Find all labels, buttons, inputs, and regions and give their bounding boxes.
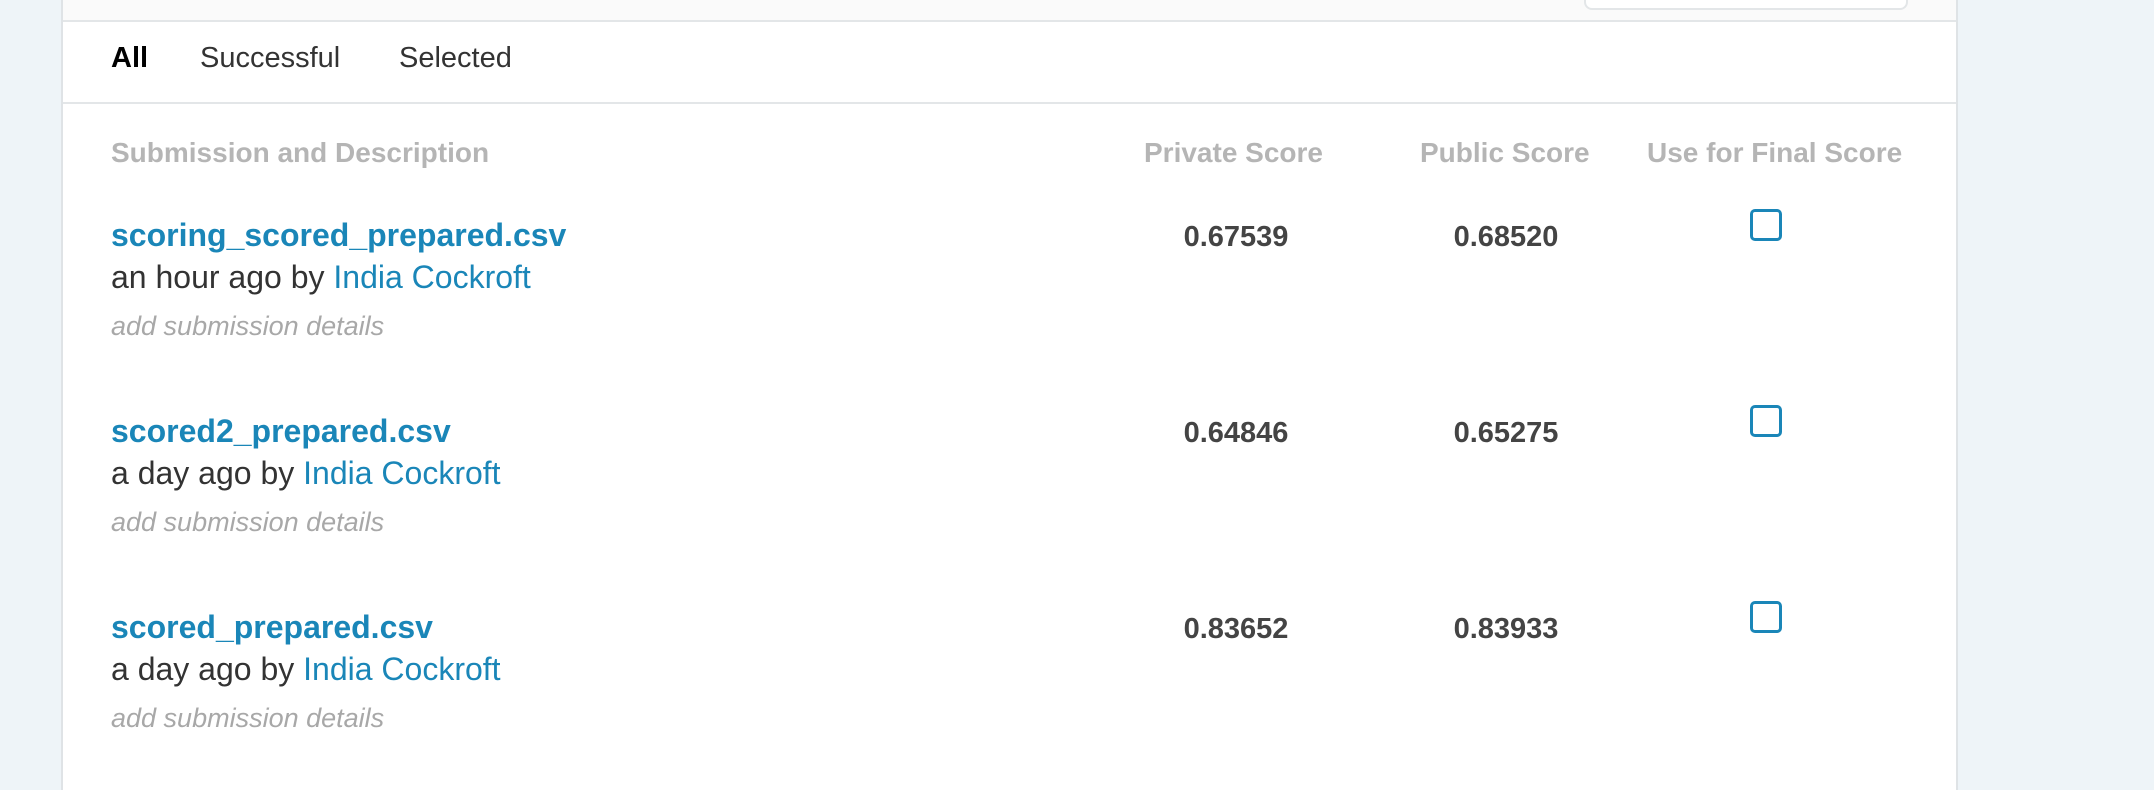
header-private-score: Private Score bbox=[1144, 137, 1323, 168]
submission-tabs: All Successful Selected bbox=[63, 22, 1956, 104]
add-details-link[interactable]: add submission details bbox=[111, 507, 384, 538]
public-score: 0.83933 bbox=[1453, 613, 1559, 645]
submission-time: an hour ago by bbox=[111, 259, 325, 295]
header-use-for-final: Use for Final Score bbox=[1647, 137, 1903, 168]
author-link[interactable]: India Cockroft bbox=[303, 455, 500, 491]
author-link[interactable]: India Cockroft bbox=[333, 259, 530, 295]
search-box[interactable] bbox=[1584, 0, 1908, 10]
tab-successful[interactable]: Successful bbox=[200, 42, 340, 75]
use-for-final-checkbox[interactable] bbox=[1750, 209, 1782, 241]
submission-filename-link[interactable]: scoring_scored_prepared.csv bbox=[111, 217, 566, 254]
add-details-link[interactable]: add submission details bbox=[111, 703, 384, 734]
header-submission: Submission and Description bbox=[111, 137, 490, 168]
submission-time: a day ago by bbox=[111, 651, 295, 687]
header-public-score: Public Score bbox=[1420, 137, 1590, 168]
add-details-link[interactable]: add submission details bbox=[111, 311, 384, 342]
submissions-panel: All Successful Selected Submission and D… bbox=[61, 0, 1958, 790]
top-strip bbox=[63, 0, 1956, 22]
submission-meta: a day ago by India Cockroft bbox=[111, 455, 501, 492]
private-score: 0.64846 bbox=[1183, 417, 1289, 449]
use-for-final-checkbox[interactable] bbox=[1750, 601, 1782, 633]
public-score: 0.65275 bbox=[1453, 417, 1559, 449]
public-score: 0.68520 bbox=[1453, 221, 1559, 253]
private-score: 0.67539 bbox=[1183, 221, 1289, 253]
submission-time: a day ago by bbox=[111, 455, 295, 491]
tab-all[interactable]: All bbox=[111, 42, 148, 75]
private-score: 0.83652 bbox=[1183, 613, 1289, 645]
submission-filename-link[interactable]: scored2_prepared.csv bbox=[111, 413, 451, 450]
author-link[interactable]: India Cockroft bbox=[303, 651, 500, 687]
submission-filename-link[interactable]: scored_prepared.csv bbox=[111, 609, 433, 646]
submission-meta: an hour ago by India Cockroft bbox=[111, 259, 531, 296]
use-for-final-checkbox[interactable] bbox=[1750, 405, 1782, 437]
submission-meta: a day ago by India Cockroft bbox=[111, 651, 501, 688]
tab-selected[interactable]: Selected bbox=[399, 42, 512, 75]
